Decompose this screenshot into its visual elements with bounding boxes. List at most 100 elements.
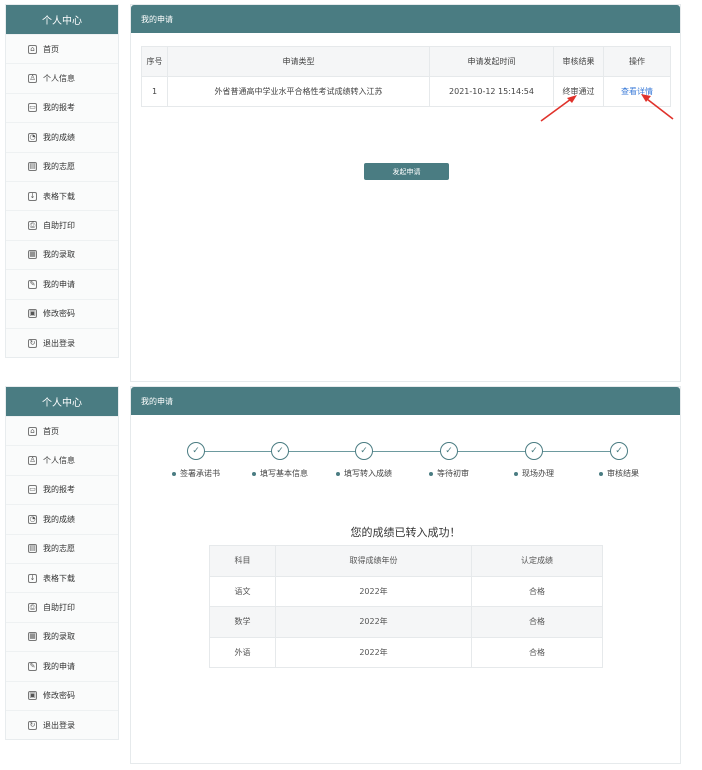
sidebar-item-label: 我的申请	[43, 279, 75, 289]
document-icon: ▤	[28, 162, 37, 172]
id-card-icon: ▭	[28, 485, 37, 495]
sidebar-item-label: 我的成绩	[43, 132, 75, 142]
sidebar-item[interactable]: ✎ 我的申请	[6, 269, 118, 299]
step-label: 填写基本信息	[235, 468, 325, 479]
sidebar-item[interactable]: ↓ 表格下载	[6, 180, 118, 211]
cell-grade: 合格	[471, 636, 603, 668]
sidebar-item[interactable]: ✎ 我的申请	[6, 651, 118, 681]
sidebar-item[interactable]: ⎙ 自助打印	[6, 592, 118, 622]
new-application-button[interactable]: 发起申请	[364, 163, 449, 180]
panel-title: 我的申请	[131, 5, 680, 33]
step-3: ✓ 填写转入成绩	[319, 439, 409, 479]
sidebar-item[interactable]: ◔ 我的成绩	[6, 504, 118, 534]
sidebar-item-label: 我的录取	[43, 632, 75, 642]
sidebar-item-label: 自助打印	[43, 221, 75, 231]
column-header-time: 申请发起时间	[429, 46, 554, 77]
sidebar-item[interactable]: ◔ 我的成绩	[6, 122, 118, 152]
table-row: 语文 2022年 合格	[209, 575, 603, 607]
sidebar-bottom: 个人中心 ⌂ 首页 ♙ 个人信息 ▭ 我的报考 ◔ 我的成绩 ▤ 我的志愿 ↓ 表格下载 ⎙ 自助打印 ▦ 我…	[5, 386, 119, 741]
column-header-subject: 科目	[209, 545, 276, 577]
column-header-action: 操作	[603, 46, 671, 77]
cell-type: 外省普通高中学业水平合格性考试成绩转入江苏	[167, 76, 430, 107]
column-header-grade: 认定成绩	[471, 545, 603, 577]
sidebar-item-label: 个人信息	[43, 74, 75, 84]
sidebar-item[interactable]: ↻ 退出登录	[6, 709, 118, 740]
sidebar-item[interactable]: ♙ 个人信息	[6, 63, 118, 93]
sidebar-top: 个人中心 ⌂ 首页 ♙ 个人信息 ▭ 我的报考 ◔ 我的成绩 ▤ 我的志愿 ↓ 表格下载 ⎙ 自助打印 ▦ 我…	[5, 4, 119, 359]
check-icon: ✓	[440, 442, 458, 460]
step-label: 现场办理	[489, 468, 579, 479]
cell-year: 2022年	[275, 575, 472, 607]
sidebar-item-label: 修改密码	[43, 309, 75, 319]
check-icon: ✓	[355, 442, 373, 460]
home-icon: ⌂	[28, 426, 37, 436]
table-row: 1 外省普通高中学业水平合格性考试成绩转入江苏 2021-10-12 15:14…	[141, 76, 671, 107]
edit-icon: ✎	[28, 279, 37, 289]
check-icon: ✓	[187, 442, 205, 460]
check-icon: ✓	[610, 442, 628, 460]
sidebar-item[interactable]: ↻ 退出登录	[6, 327, 118, 358]
progress-steps: ✓ 签署承诺书 ✓ 填写基本信息 ✓ 填写转入成绩 ✓ 等待初审 ✓ 现场办理 ✓ 审核结果	[151, 439, 661, 489]
sidebar-item-label: 首页	[43, 426, 59, 436]
sidebar-item-label: 我的申请	[43, 661, 75, 671]
cell-year: 2022年	[275, 636, 472, 668]
sidebar-item[interactable]: ↓ 表格下载	[6, 562, 118, 593]
sidebar-item[interactable]: ⌂ 首页	[6, 416, 118, 446]
scores-table: 科目 取得成绩年份 认定成绩 语文 2022年 合格 数学 2022年 合格 外…	[209, 545, 603, 668]
application-result-panel: 我的申请 ✓ 签署承诺书 ✓ 填写基本信息 ✓ 填写转入成绩 ✓ 等待初审 ✓ 现场办理 …	[130, 386, 681, 764]
edit-icon: ✎	[28, 661, 37, 671]
sidebar-item-label: 我的报考	[43, 103, 75, 113]
id-card-icon: ▭	[28, 103, 37, 113]
sidebar-item[interactable]: ♙ 个人信息	[6, 445, 118, 475]
column-header-type: 申请类型	[167, 46, 430, 77]
sidebar-item-label: 我的志愿	[43, 544, 75, 554]
sidebar-item[interactable]: ▣ 修改密码	[6, 680, 118, 710]
sidebar-item[interactable]: ⌂ 首页	[6, 34, 118, 64]
applications-table: 序号 申请类型 申请发起时间 审核结果 操作 1 外省普通高中学业水平合格性考试…	[141, 46, 671, 107]
pie-chart-icon: ◔	[28, 132, 37, 142]
sidebar-title: 个人中心	[6, 5, 118, 34]
sidebar-menu: ⌂ 首页 ♙ 个人信息 ▭ 我的报考 ◔ 我的成绩 ▤ 我的志愿 ↓ 表格下载 ⎙ 自助打印 ▦ 我的录取 ✎ 我…	[6, 34, 118, 358]
sidebar-item-label: 我的成绩	[43, 514, 75, 524]
cell-subject: 语文	[209, 575, 276, 607]
step-label: 签署承诺书	[151, 468, 241, 479]
sidebar-item-label: 我的志愿	[43, 162, 75, 172]
table-row: 外语 2022年 合格	[209, 636, 603, 668]
sidebar-menu: ⌂ 首页 ♙ 个人信息 ▭ 我的报考 ◔ 我的成绩 ▤ 我的志愿 ↓ 表格下载 ⎙ 自助打印 ▦ 我的录取 ✎ 我…	[6, 416, 118, 740]
sidebar-item[interactable]: ▦ 我的录取	[6, 239, 118, 270]
cell-grade: 合格	[471, 575, 603, 607]
sidebar-item-label: 退出登录	[43, 720, 75, 730]
calendar-icon: ▦	[28, 250, 37, 260]
sidebar-item-label: 修改密码	[43, 691, 75, 701]
printer-icon: ⎙	[28, 603, 37, 613]
sidebar-item[interactable]: ▤ 我的志愿	[6, 151, 118, 181]
sidebar-item[interactable]: ▭ 我的报考	[6, 92, 118, 123]
sidebar-item[interactable]: ⎙ 自助打印	[6, 210, 118, 240]
download-icon: ↓	[28, 191, 37, 201]
cell-grade: 合格	[471, 606, 603, 638]
step-6: ✓ 审核结果	[574, 439, 664, 479]
table-header-row: 序号 申请类型 申请发起时间 审核结果 操作	[141, 46, 671, 77]
sidebar-item[interactable]: ▤ 我的志愿	[6, 533, 118, 563]
sidebar-item[interactable]: ▦ 我的录取	[6, 621, 118, 652]
cell-time: 2021-10-12 15:14:54	[429, 76, 554, 107]
step-4: ✓ 等待初审	[404, 439, 494, 479]
table-row: 数学 2022年 合格	[209, 606, 603, 638]
logout-icon: ↻	[28, 720, 37, 730]
sidebar-item[interactable]: ▣ 修改密码	[6, 298, 118, 328]
lock-icon: ▣	[28, 691, 37, 701]
sidebar-item[interactable]: ▭ 我的报考	[6, 474, 118, 505]
sidebar-title: 个人中心	[6, 387, 118, 416]
sidebar-item-label: 表格下载	[43, 573, 75, 583]
sidebar-item-label: 退出登录	[43, 338, 75, 348]
download-icon: ↓	[28, 573, 37, 583]
cell-subject: 数学	[209, 606, 276, 638]
sidebar-item-label: 首页	[43, 44, 59, 54]
cell-year: 2022年	[275, 606, 472, 638]
step-label: 填写转入成绩	[319, 468, 409, 479]
lock-icon: ▣	[28, 309, 37, 319]
sidebar-item-label: 我的报考	[43, 485, 75, 495]
view-details-link[interactable]: 查看详情	[621, 87, 653, 96]
step-label: 审核结果	[574, 468, 664, 479]
home-icon: ⌂	[28, 44, 37, 54]
